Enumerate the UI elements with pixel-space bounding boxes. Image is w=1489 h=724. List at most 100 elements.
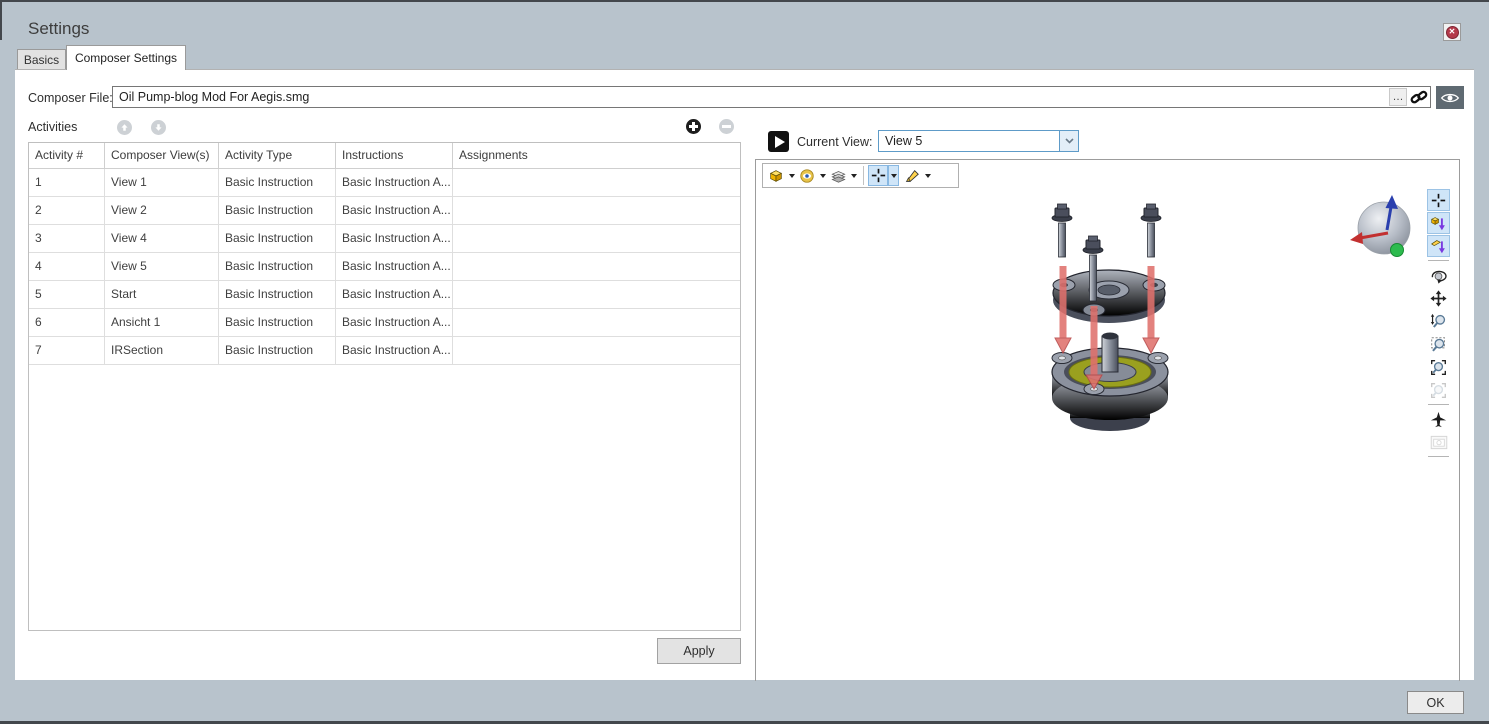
- cell-instructions: Basic Instruction A...: [336, 197, 453, 224]
- zoom-selection-icon: [1430, 382, 1447, 399]
- preview-toggle-button[interactable]: [1436, 86, 1464, 109]
- move-mode-icon: [871, 168, 886, 183]
- table-row[interactable]: 3 View 4 Basic Instruction Basic Instruc…: [29, 225, 740, 253]
- cell-instructions: Basic Instruction A...: [336, 281, 453, 308]
- cell-activity-type: Basic Instruction: [219, 197, 336, 224]
- play-button[interactable]: [768, 131, 789, 152]
- cell-activity-number: 1: [29, 169, 105, 196]
- render-mode-button[interactable]: [766, 165, 786, 186]
- column-header-activity-type[interactable]: Activity Type: [219, 143, 336, 168]
- cell-instructions: Basic Instruction A...: [336, 225, 453, 252]
- activities-label: Activities: [28, 120, 77, 134]
- cell-composer-view: View 1: [105, 169, 219, 196]
- cell-composer-view: View 4: [105, 225, 219, 252]
- cell-activity-number: 5: [29, 281, 105, 308]
- table-row[interactable]: 6 Ansicht 1 Basic Instruction Basic Inst…: [29, 309, 740, 337]
- cell-composer-view: IRSection: [105, 337, 219, 364]
- close-button[interactable]: ✕: [1443, 23, 1461, 41]
- orbit-button[interactable]: [1427, 264, 1450, 286]
- render-mode-dropdown[interactable]: [786, 165, 797, 186]
- cell-instructions: Basic Instruction A...: [336, 337, 453, 364]
- cell-activity-type: Basic Instruction: [219, 337, 336, 364]
- link-button[interactable]: [1408, 88, 1430, 107]
- zoom-fit-button[interactable]: [1427, 356, 1450, 378]
- dropdown-button[interactable]: [1059, 131, 1078, 151]
- cell-activity-type: Basic Instruction: [219, 281, 336, 308]
- zoom-area-button[interactable]: [1427, 333, 1450, 355]
- viewer-toolbar: [762, 163, 959, 188]
- cell-instructions: Basic Instruction A...: [336, 253, 453, 280]
- current-view-value: View 5: [879, 131, 1059, 151]
- move-mode-dropdown[interactable]: [888, 165, 899, 186]
- column-header-composer-views[interactable]: Composer View(s): [105, 143, 219, 168]
- composer-file-label: Composer File:: [28, 91, 113, 105]
- visibility-button[interactable]: [797, 165, 817, 186]
- face-paint-icon: [904, 168, 920, 184]
- face-paint-button[interactable]: [902, 165, 922, 186]
- column-header-assignments[interactable]: Assignments: [453, 143, 740, 168]
- move-mode-button[interactable]: [868, 165, 888, 186]
- cell-assignments: [453, 253, 740, 280]
- translate-part-button[interactable]: [1427, 212, 1450, 234]
- composer-file-input[interactable]: [113, 88, 1389, 106]
- flythrough-icon: [1430, 411, 1447, 428]
- column-header-activity[interactable]: Activity #: [29, 143, 105, 168]
- chevron-down-icon: [925, 174, 931, 178]
- play-icon: [775, 136, 785, 148]
- cell-activity-type: Basic Instruction: [219, 253, 336, 280]
- tab-basics[interactable]: Basics: [17, 49, 66, 70]
- orbit-icon: [1430, 267, 1447, 284]
- cell-activity-type: Basic Instruction: [219, 169, 336, 196]
- browse-button[interactable]: …: [1389, 88, 1407, 106]
- composer-file-field[interactable]: …: [112, 86, 1431, 108]
- cell-assignments: [453, 337, 740, 364]
- toolbar-separator: [863, 166, 864, 185]
- table-row[interactable]: 1 View 1 Basic Instruction Basic Instruc…: [29, 169, 740, 197]
- minus-icon: [722, 125, 731, 127]
- orientation-gizmo[interactable]: [1348, 191, 1423, 266]
- ok-button[interactable]: OK: [1407, 691, 1464, 714]
- flythrough-button[interactable]: [1427, 408, 1450, 430]
- layers-button[interactable]: [828, 165, 848, 186]
- table-row[interactable]: 4 View 5 Basic Instruction Basic Instruc…: [29, 253, 740, 281]
- cell-assignments: [453, 309, 740, 336]
- cell-activity-number: 2: [29, 197, 105, 224]
- translate-part-icon: [1430, 215, 1447, 232]
- current-view-dropdown[interactable]: View 5: [878, 130, 1079, 152]
- apply-button[interactable]: Apply: [657, 638, 741, 664]
- table-row[interactable]: 2 View 2 Basic Instruction Basic Instruc…: [29, 197, 740, 225]
- crosshair-tool-button[interactable]: [1427, 189, 1450, 211]
- cell-instructions: Basic Instruction A...: [336, 309, 453, 336]
- tab-composer-settings[interactable]: Composer Settings: [66, 45, 186, 70]
- toolbar-separator: [1428, 260, 1449, 261]
- zoom-selection-button[interactable]: [1427, 379, 1450, 401]
- cell-assignments: [453, 225, 740, 252]
- chevron-down-icon: [789, 174, 795, 178]
- table-body: 1 View 1 Basic Instruction Basic Instruc…: [29, 169, 740, 365]
- zoom-fit-icon: [1430, 359, 1447, 376]
- move-activity-down-button[interactable]: [151, 120, 166, 135]
- cell-composer-view: Start: [105, 281, 219, 308]
- table-row[interactable]: 5 Start Basic Instruction Basic Instruct…: [29, 281, 740, 309]
- move-activity-up-button[interactable]: [117, 120, 132, 135]
- toolbar-separator: [1428, 456, 1449, 457]
- remove-activity-button[interactable]: [719, 119, 734, 134]
- zoom-dynamic-button[interactable]: [1427, 310, 1450, 332]
- oil-pump-model[interactable]: [1020, 186, 1220, 436]
- arrow-down-icon: [153, 122, 164, 133]
- layers-dropdown[interactable]: [848, 165, 859, 186]
- face-paint-dropdown[interactable]: [922, 165, 933, 186]
- cell-assignments: [453, 281, 740, 308]
- pan-button[interactable]: [1427, 287, 1450, 309]
- window-left-edge: [0, 0, 2, 40]
- camera-icon: [1430, 435, 1448, 450]
- translate-face-button[interactable]: [1427, 235, 1450, 257]
- column-header-instructions[interactable]: Instructions: [336, 143, 453, 168]
- camera-button[interactable]: [1427, 431, 1450, 453]
- chevron-down-icon: [851, 174, 857, 178]
- add-activity-button[interactable]: [686, 119, 701, 134]
- cell-activity-number: 6: [29, 309, 105, 336]
- table-header-row: Activity # Composer View(s) Activity Typ…: [29, 143, 740, 169]
- visibility-dropdown[interactable]: [817, 165, 828, 186]
- table-row[interactable]: 7 IRSection Basic Instruction Basic Inst…: [29, 337, 740, 365]
